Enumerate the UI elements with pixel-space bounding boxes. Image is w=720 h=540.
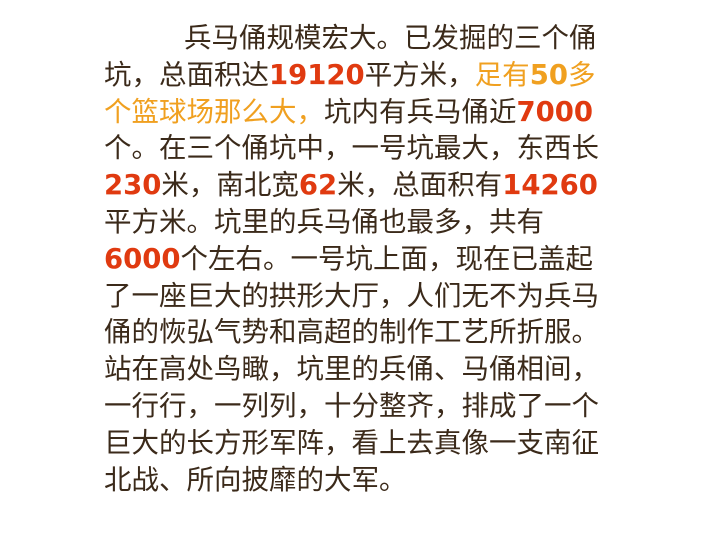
text-run: 坑内有兵马俑近 — [324, 95, 517, 128]
highlight-number: 50 — [529, 58, 568, 91]
number-area: 14260 — [502, 169, 598, 202]
text-run: 米，总面积有 — [337, 169, 503, 202]
number-area: 19120 — [269, 58, 365, 91]
text-run: 平方米， — [364, 58, 475, 91]
text-line: 个篮球场那么大，坑内有兵马俑近7000 — [104, 94, 694, 131]
text-line: 平方米。坑里的兵马俑也最多，共有 — [104, 204, 694, 241]
text-run: 一行行，一列列，十分整齐，排成了一个 — [104, 389, 599, 422]
text-run: 坑，总面积达 — [104, 58, 269, 91]
number-count: 7000 — [516, 95, 594, 128]
text-run: 了一座巨大的拱形大厅，人们无不为兵马 — [104, 279, 599, 312]
highlight-run: 多 — [567, 58, 596, 91]
text-run: 巨大的长方形军阵，看上去真像一支南征 — [104, 426, 599, 459]
text-line: 北战、所向披靡的大军。 — [104, 462, 694, 499]
paragraph: 兵马俑规模宏大。已发掘的三个俑 坑，总面积达19120平方米，足有50多 个篮球… — [104, 20, 694, 498]
text-line: 个。在三个俑坑中，一号坑最大，东西长 — [104, 130, 694, 167]
text-line: 巨大的长方形军阵，看上去真像一支南征 — [104, 425, 694, 462]
number-count: 6000 — [104, 242, 181, 275]
text-line: 兵马俑规模宏大。已发掘的三个俑 — [104, 20, 694, 57]
number-width: 62 — [298, 169, 338, 202]
text-run: 个左右。一号坑上面，现在已盖起 — [180, 242, 594, 275]
text-line: 一行行，一列列，十分整齐，排成了一个 — [104, 388, 694, 425]
text-run: 平方米。坑里的兵马俑也最多，共有 — [104, 205, 544, 238]
text-line: 坑，总面积达19120平方米，足有50多 — [104, 57, 694, 94]
text-line: 俑的恢弘气势和高超的制作工艺所折服。 — [104, 314, 694, 351]
text-line: 230米，南北宽62米，总面积有14260 — [104, 167, 694, 204]
text-run: 北战、所向披靡的大军。 — [104, 463, 407, 496]
slide: 兵马俑规模宏大。已发掘的三个俑 坑，总面积达19120平方米，足有50多 个篮球… — [0, 0, 720, 540]
text-run: 站在高处鸟瞰，坑里的兵俑、马俑相间， — [104, 353, 599, 386]
text-run: 兵马俑规模宏大。已发掘的三个俑 — [184, 22, 597, 54]
text-line: 了一座巨大的拱形大厅，人们无不为兵马 — [104, 278, 694, 315]
text-line: 6000个左右。一号坑上面，现在已盖起 — [104, 241, 694, 278]
number-length: 230 — [104, 169, 162, 202]
text-line: 站在高处鸟瞰，坑里的兵俑、马俑相间， — [104, 351, 694, 388]
text-run: 米，南北宽 — [161, 169, 299, 202]
highlight-run: 足有 — [474, 58, 530, 91]
highlight-run: 个篮球场那么大， — [104, 95, 324, 128]
text-run: 俑的恢弘气势和高超的制作工艺所折服。 — [104, 316, 599, 349]
text-run: 个。在三个俑坑中，一号坑最大，东西长 — [104, 132, 599, 165]
